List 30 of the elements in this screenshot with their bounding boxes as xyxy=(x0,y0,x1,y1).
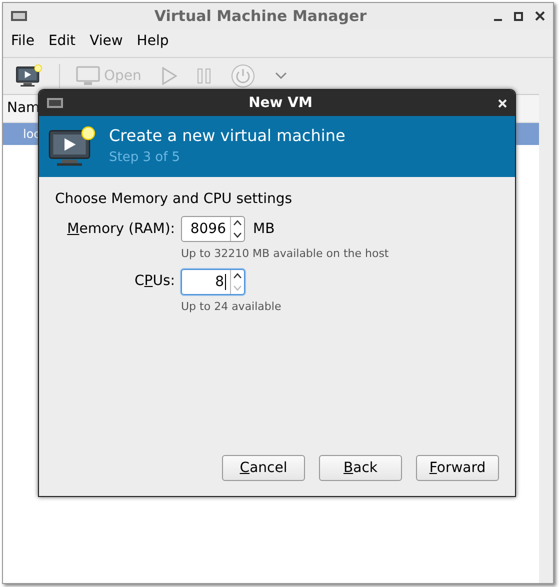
spin-field[interactable]: 8096 xyxy=(181,216,245,242)
hint-text: Up to 32210 MB available on the host xyxy=(181,246,390,262)
step-label: Step 3 of 5 xyxy=(109,148,182,166)
menu-item[interactable]: File xyxy=(11,30,34,52)
new-vm-icon xyxy=(15,64,43,88)
dialog-button[interactable]: Cancel xyxy=(222,455,305,481)
menu-item[interactable]: View xyxy=(90,30,123,52)
menu-item[interactable]: Edit xyxy=(48,30,76,52)
chevron-icon xyxy=(275,72,288,80)
section-title: Choose Memory and CPU settings xyxy=(55,190,294,209)
close-icon[interactable] xyxy=(535,11,545,21)
dialog-title: New VM xyxy=(248,94,314,112)
monitor-icon xyxy=(76,66,100,86)
app-logo-icon xyxy=(11,11,27,21)
app-logo-icon xyxy=(47,98,63,108)
unit-label: MB xyxy=(253,220,275,238)
field-value: 8 xyxy=(214,272,227,292)
hint-text: Up to 24 available xyxy=(181,298,282,314)
play-icon xyxy=(161,67,178,85)
pause-icon xyxy=(197,68,212,84)
maximize-icon[interactable] xyxy=(514,12,523,20)
window-title: Virtual Machine Manager xyxy=(153,6,368,27)
field-label: CPUs: xyxy=(134,272,175,291)
field-value: 8096 xyxy=(189,220,227,239)
new-vm-icon xyxy=(47,124,97,168)
field-label: Memory (RAM): xyxy=(66,220,175,238)
dialog-button[interactable]: Forward xyxy=(416,455,499,481)
dialog-button[interactable]: Back xyxy=(319,455,402,481)
menu-item[interactable]: Help xyxy=(136,30,169,52)
heading: Create a new virtual machine xyxy=(109,124,346,146)
